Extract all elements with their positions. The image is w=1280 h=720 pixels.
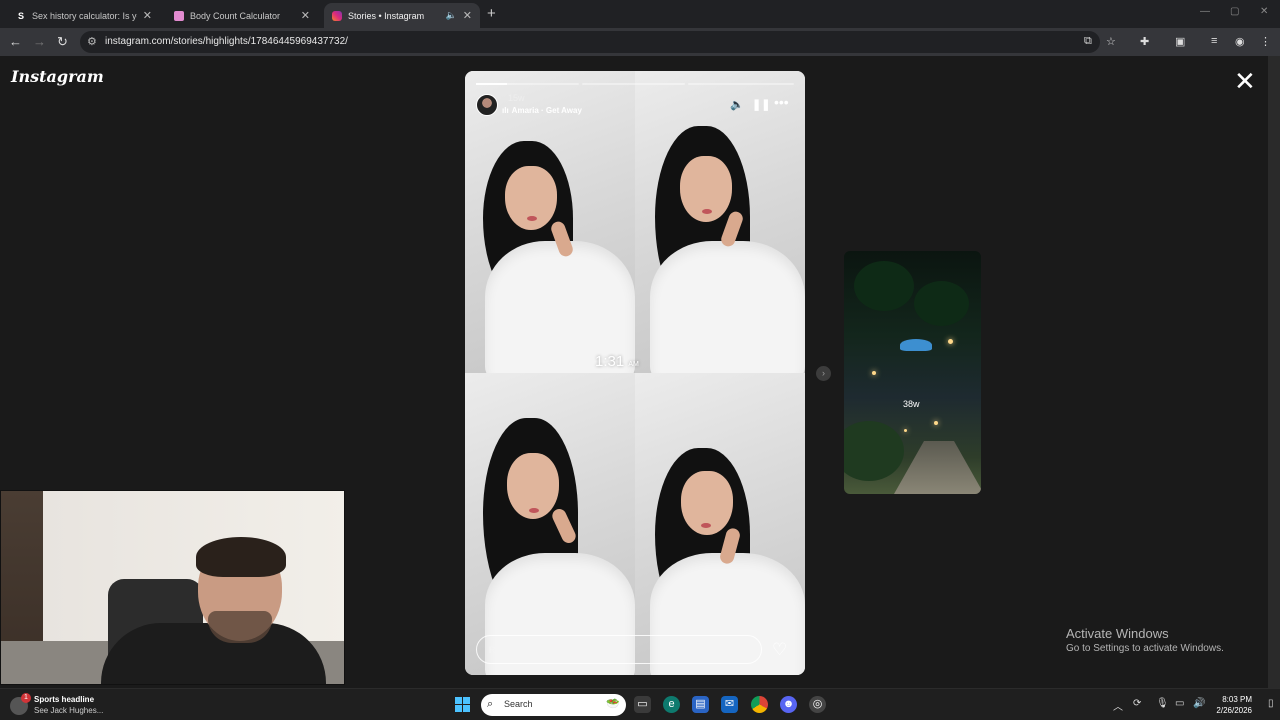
- tab-stories-instagram[interactable]: Stories • Instagram 🔈 ✕: [324, 3, 480, 28]
- search-label: Search: [504, 699, 533, 709]
- page-scrollbar[interactable]: [1268, 56, 1280, 688]
- next-story-arrow-icon[interactable]: ›: [816, 366, 831, 381]
- profile-icon[interactable]: ◉: [1235, 35, 1245, 48]
- menu-icon[interactable]: ⋮: [1260, 35, 1271, 48]
- discord-icon[interactable]: ☻: [780, 696, 797, 713]
- story-audio-label[interactable]: ılı Amaria · Get Away: [502, 106, 582, 115]
- store-icon[interactable]: ▤: [692, 696, 709, 713]
- site-info-icon[interactable]: ⚙: [87, 35, 97, 48]
- search-icon: ⌕: [487, 698, 494, 710]
- more-options-icon[interactable]: •••: [774, 94, 789, 110]
- forward-icon[interactable]: →: [33, 34, 46, 49]
- window-close-icon[interactable]: ✕: [1260, 6, 1268, 17]
- avatar[interactable]: [476, 94, 498, 116]
- story-progress-bar-1: [476, 83, 579, 85]
- activate-windows-watermark: Activate Windows Go to Settings to activ…: [1066, 626, 1224, 654]
- site-favicon-icon: [174, 10, 184, 21]
- chrome-icon[interactable]: [751, 696, 768, 713]
- story-photo-bottom-right: [635, 373, 805, 675]
- volume-tray-icon[interactable]: 🔊: [1193, 698, 1205, 709]
- notification-badge: 1: [21, 693, 31, 703]
- story-photo-top-right: [635, 71, 805, 373]
- story-progress-fill: [476, 83, 507, 85]
- address-bar[interactable]: ⚙ instagram.com/stories/highlights/17846…: [80, 31, 1100, 53]
- close-tab-icon[interactable]: ✕: [143, 9, 152, 22]
- tab-title: Sex history calculator: Is your n: [32, 10, 137, 21]
- reply-field[interactable]: [476, 635, 762, 664]
- close-stories-icon[interactable]: ✕: [1234, 68, 1256, 94]
- windows-start-icon[interactable]: [455, 697, 470, 712]
- system-clock[interactable]: 8:03 PM 2/26/2026: [1212, 694, 1252, 716]
- activate-windows-subtitle: Go to Settings to activate Windows.: [1066, 643, 1224, 654]
- sync-icon[interactable]: ⟳: [1133, 698, 1141, 709]
- obs-icon[interactable]: ◎: [809, 696, 826, 713]
- reload-icon[interactable]: ↻: [57, 34, 68, 50]
- speaker-icon[interactable]: 🔈: [446, 10, 457, 21]
- volume-icon[interactable]: 🔈: [730, 98, 744, 111]
- photo-timestamp: 1:31 AM: [595, 353, 639, 370]
- story-audio-text: Amaria · Get Away: [511, 106, 582, 115]
- tab-sex-history-calculator[interactable]: S Sex history calculator: Is your n ✕: [8, 3, 160, 28]
- show-hidden-icons-icon[interactable]: ︿: [1113, 698, 1123, 713]
- extensions-icon[interactable]: ✚: [1140, 35, 1149, 48]
- tab-body-count-calculator[interactable]: Body Count Calculator ✕: [166, 3, 318, 28]
- install-app-icon[interactable]: ⧉: [1084, 35, 1092, 48]
- back-icon[interactable]: ←: [9, 34, 22, 49]
- audio-wave-icon: ılı: [502, 106, 509, 115]
- story-photo-bottom-left: [465, 373, 635, 675]
- split-view-icon[interactable]: ▣: [1175, 35, 1185, 48]
- mail-icon[interactable]: ✉: [721, 696, 738, 713]
- site-favicon-icon: S: [17, 10, 24, 21]
- search-highlight-icon: 🥗: [606, 698, 620, 710]
- windows-taskbar: 1 Sports headline See Jack Hughes... ⌕ S…: [0, 688, 1280, 720]
- photo-timestamp-suffix: AM: [628, 361, 639, 368]
- instagram-logo[interactable]: Instagram: [11, 67, 104, 86]
- close-tab-icon[interactable]: ✕: [463, 9, 472, 22]
- photo-timestamp-time: 1:31: [595, 353, 625, 370]
- close-tab-icon[interactable]: ✕: [301, 9, 310, 22]
- like-heart-icon[interactable]: ♡: [772, 640, 787, 660]
- tab-title: Stories • Instagram: [348, 10, 425, 21]
- edge-icon[interactable]: e: [663, 696, 680, 713]
- tab-bar: S Sex history calculator: Is your n ✕ Bo…: [0, 0, 1280, 28]
- minimize-icon[interactable]: —: [1200, 6, 1210, 17]
- browser-toolbar: ← → ↻ ⚙ instagram.com/stories/highlights…: [0, 28, 1280, 56]
- pause-icon[interactable]: ❚❚: [752, 98, 770, 111]
- news-widget-icon: 1: [10, 693, 31, 715]
- story-time-ago: 15w: [508, 93, 525, 103]
- taskbar-search[interactable]: ⌕ Search 🥗: [481, 694, 626, 716]
- notifications-icon[interactable]: ▯: [1268, 698, 1274, 709]
- network-icon[interactable]: ▭: [1175, 698, 1184, 709]
- news-title: Sports headline: [34, 695, 95, 704]
- story-progress-bar-2: [582, 83, 685, 85]
- news-widget[interactable]: 1 Sports headline See Jack Hughes...: [10, 693, 104, 715]
- story-progress-bar-3: [688, 83, 794, 85]
- activate-windows-title: Activate Windows: [1066, 626, 1169, 641]
- webcam-overlay: [0, 490, 345, 685]
- task-view-icon[interactable]: ▭: [634, 696, 651, 713]
- new-tab-button[interactable]: +: [487, 5, 496, 22]
- microphone-icon[interactable]: 🎙: [1156, 698, 1169, 709]
- reply-input[interactable]: [489, 642, 749, 658]
- next-story-preview[interactable]: 38w: [844, 251, 981, 494]
- media-controls-icon[interactable]: ≡: [1211, 35, 1217, 47]
- clock-time: 8:03 PM: [1222, 695, 1252, 704]
- instagram-favicon-icon: [332, 10, 342, 21]
- story-viewer[interactable]: 15w ılı Amaria · Get Away 🔈 ❚❚ ••• 1:31 A…: [465, 71, 805, 675]
- maximize-icon[interactable]: ▢: [1230, 6, 1239, 17]
- clock-date: 2/26/2026: [1216, 706, 1252, 715]
- url-text[interactable]: instagram.com/stories/highlights/1784644…: [105, 36, 348, 47]
- bookmark-star-icon[interactable]: ☆: [1106, 35, 1116, 48]
- news-subtitle: See Jack Hughes...: [34, 706, 104, 715]
- tab-title: Body Count Calculator: [190, 10, 281, 21]
- preview-time-ago: 38w: [903, 399, 920, 409]
- story-photo-top-left: [465, 71, 635, 373]
